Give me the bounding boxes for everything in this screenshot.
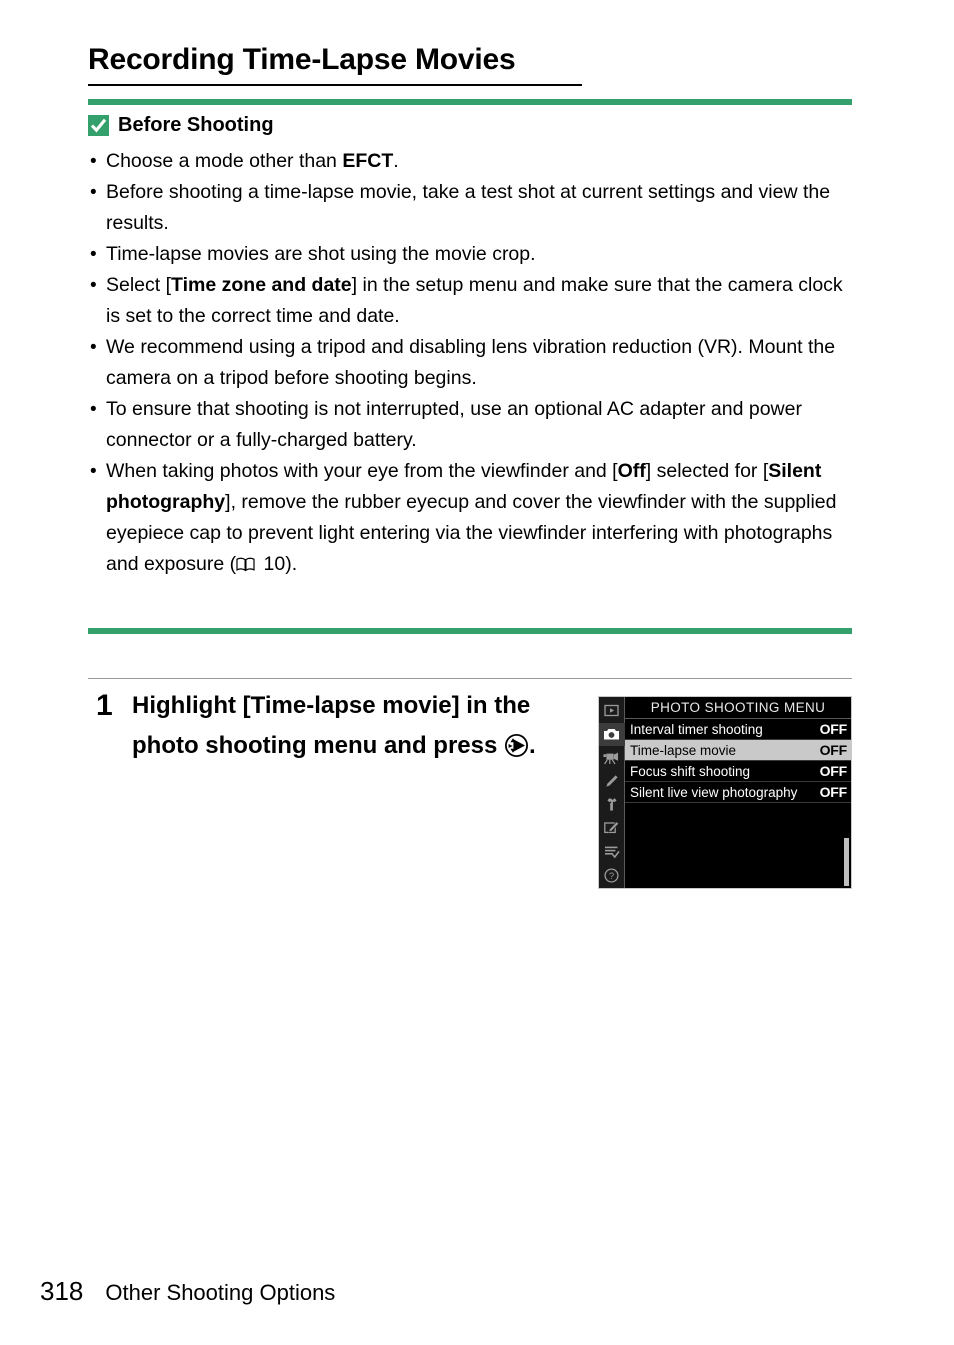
camera-menu-sidebar: ? [599,697,625,888]
section-rule-top [88,99,852,105]
step-number: 1 [96,689,113,722]
photo-shooting-menu-icon[interactable] [599,722,625,746]
camera-menu-row-value: OFF [819,784,848,800]
bullet-text: Before shooting a time-lapse movie, take… [106,181,831,234]
bullet-marker-icon: • [90,337,97,358]
bullet-marker-icon: • [90,151,97,172]
step-instruction: Highlight [Time-lapse movie] in the phot… [132,692,536,759]
camera-menu-main: PHOTO SHOOTING MENU Interval timer shoot… [625,697,851,888]
bullet-text: To ensure that shooting is not interrupt… [106,398,802,451]
camera-menu-row[interactable]: Interval timer shooting OFF [625,719,851,740]
my-menu-icon[interactable] [599,840,625,864]
page-title: Recording Time-Lapse Movies [88,43,516,76]
bullet-text: Time-lapse movies are shot using the mov… [106,243,536,265]
camera-menu-row-label: Time-lapse movie [630,742,737,758]
movie-shooting-menu-icon[interactable] [599,746,625,770]
manual-page: Recording Time-Lapse Movies Before Shoot… [0,0,954,1345]
bullet-marker-icon: • [90,275,97,296]
bullet-marker-icon: • [90,461,97,482]
bullet-marker-icon: • [90,182,97,203]
camera-menu-row[interactable]: Focus shift shooting OFF [625,761,851,782]
bullet-item: • To ensure that shooting is not interrup… [90,394,858,456]
playback-icon[interactable] [599,699,625,723]
bullet-item: • When taking photos with your eye from t… [90,456,858,580]
bullet-item: • Time-lapse movies are shot using the mo… [90,239,858,270]
camera-menu-row-value: OFF [819,763,848,779]
page-footer: 318 Other Shooting Options [40,1276,335,1308]
bullet-item: • We recommend using a tripod and disabli… [90,332,858,394]
setup-menu-icon[interactable] [599,793,625,817]
bullet-item: • Select [Time zone and date] in the setu… [90,270,858,332]
bullet-text: We recommend using a tripod and disablin… [106,336,836,389]
bullet-text: When taking photos with your eye from th… [106,460,837,575]
retouch-menu-icon[interactable] [599,817,625,841]
bullet-item: • Before shooting a time-lapse movie, tak… [90,177,858,239]
bullet-text: Select [Time zone and date] in the setup… [106,274,843,327]
help-icon[interactable]: ? [599,864,625,888]
step-separator [88,678,852,679]
page-title-wrap: Recording Time-Lapse Movies [88,42,588,78]
step-1: 1 Highlight [Time-lapse movie] in the ph… [96,686,566,766]
emphasis-text: Off [617,460,646,482]
section-rule-bottom [88,628,852,634]
camera-menu-screenshot: ? PHOTO SHOOTING MENU Interval timer sho… [598,696,852,889]
before-shooting-heading: Before Shooting [88,114,274,136]
custom-settings-icon[interactable] [599,770,625,794]
camera-menu-rows: Interval timer shooting OFF Time-lapse mov… [625,719,851,803]
emphasis-text: Time zone and date [171,274,352,296]
emphasis-text: EFCT [342,150,394,172]
footer-page-number: 318 [40,1276,84,1306]
camera-menu-row[interactable]: Time-lapse movie OFF [625,740,851,761]
multi-selector-right-icon [504,733,529,758]
before-shooting-bullet-list: • Choose a mode other than EFCT. • Before s… [90,146,858,580]
footer-section-title: Other Shooting Options [105,1280,336,1305]
green-check-badge-icon [88,114,109,136]
book-icon [236,557,255,572]
bullet-marker-icon: • [90,399,97,420]
bullet-text: Choose a mode other than EFCT. [106,150,399,172]
camera-menu-row-label: Interval timer shooting [630,721,763,737]
svg-text:?: ? [609,871,614,882]
camera-menu-title: PHOTO SHOOTING MENU [625,697,851,719]
camera-menu-row-label: Silent live view photography [630,784,798,800]
camera-menu-scrollbar[interactable] [844,838,849,886]
title-underline [88,84,582,86]
before-shooting-label: Before Shooting [118,114,274,136]
emphasis-text: Silent photography [106,460,822,513]
bullet-item: • Choose a mode other than EFCT. [90,146,858,177]
camera-menu-row-value: OFF [819,721,848,737]
camera-menu-row-value: OFF [819,742,848,758]
camera-menu-row[interactable]: Silent live view photography OFF [625,782,851,803]
bullet-marker-icon: • [90,244,97,265]
camera-menu-row-label: Focus shift shooting [630,763,751,779]
